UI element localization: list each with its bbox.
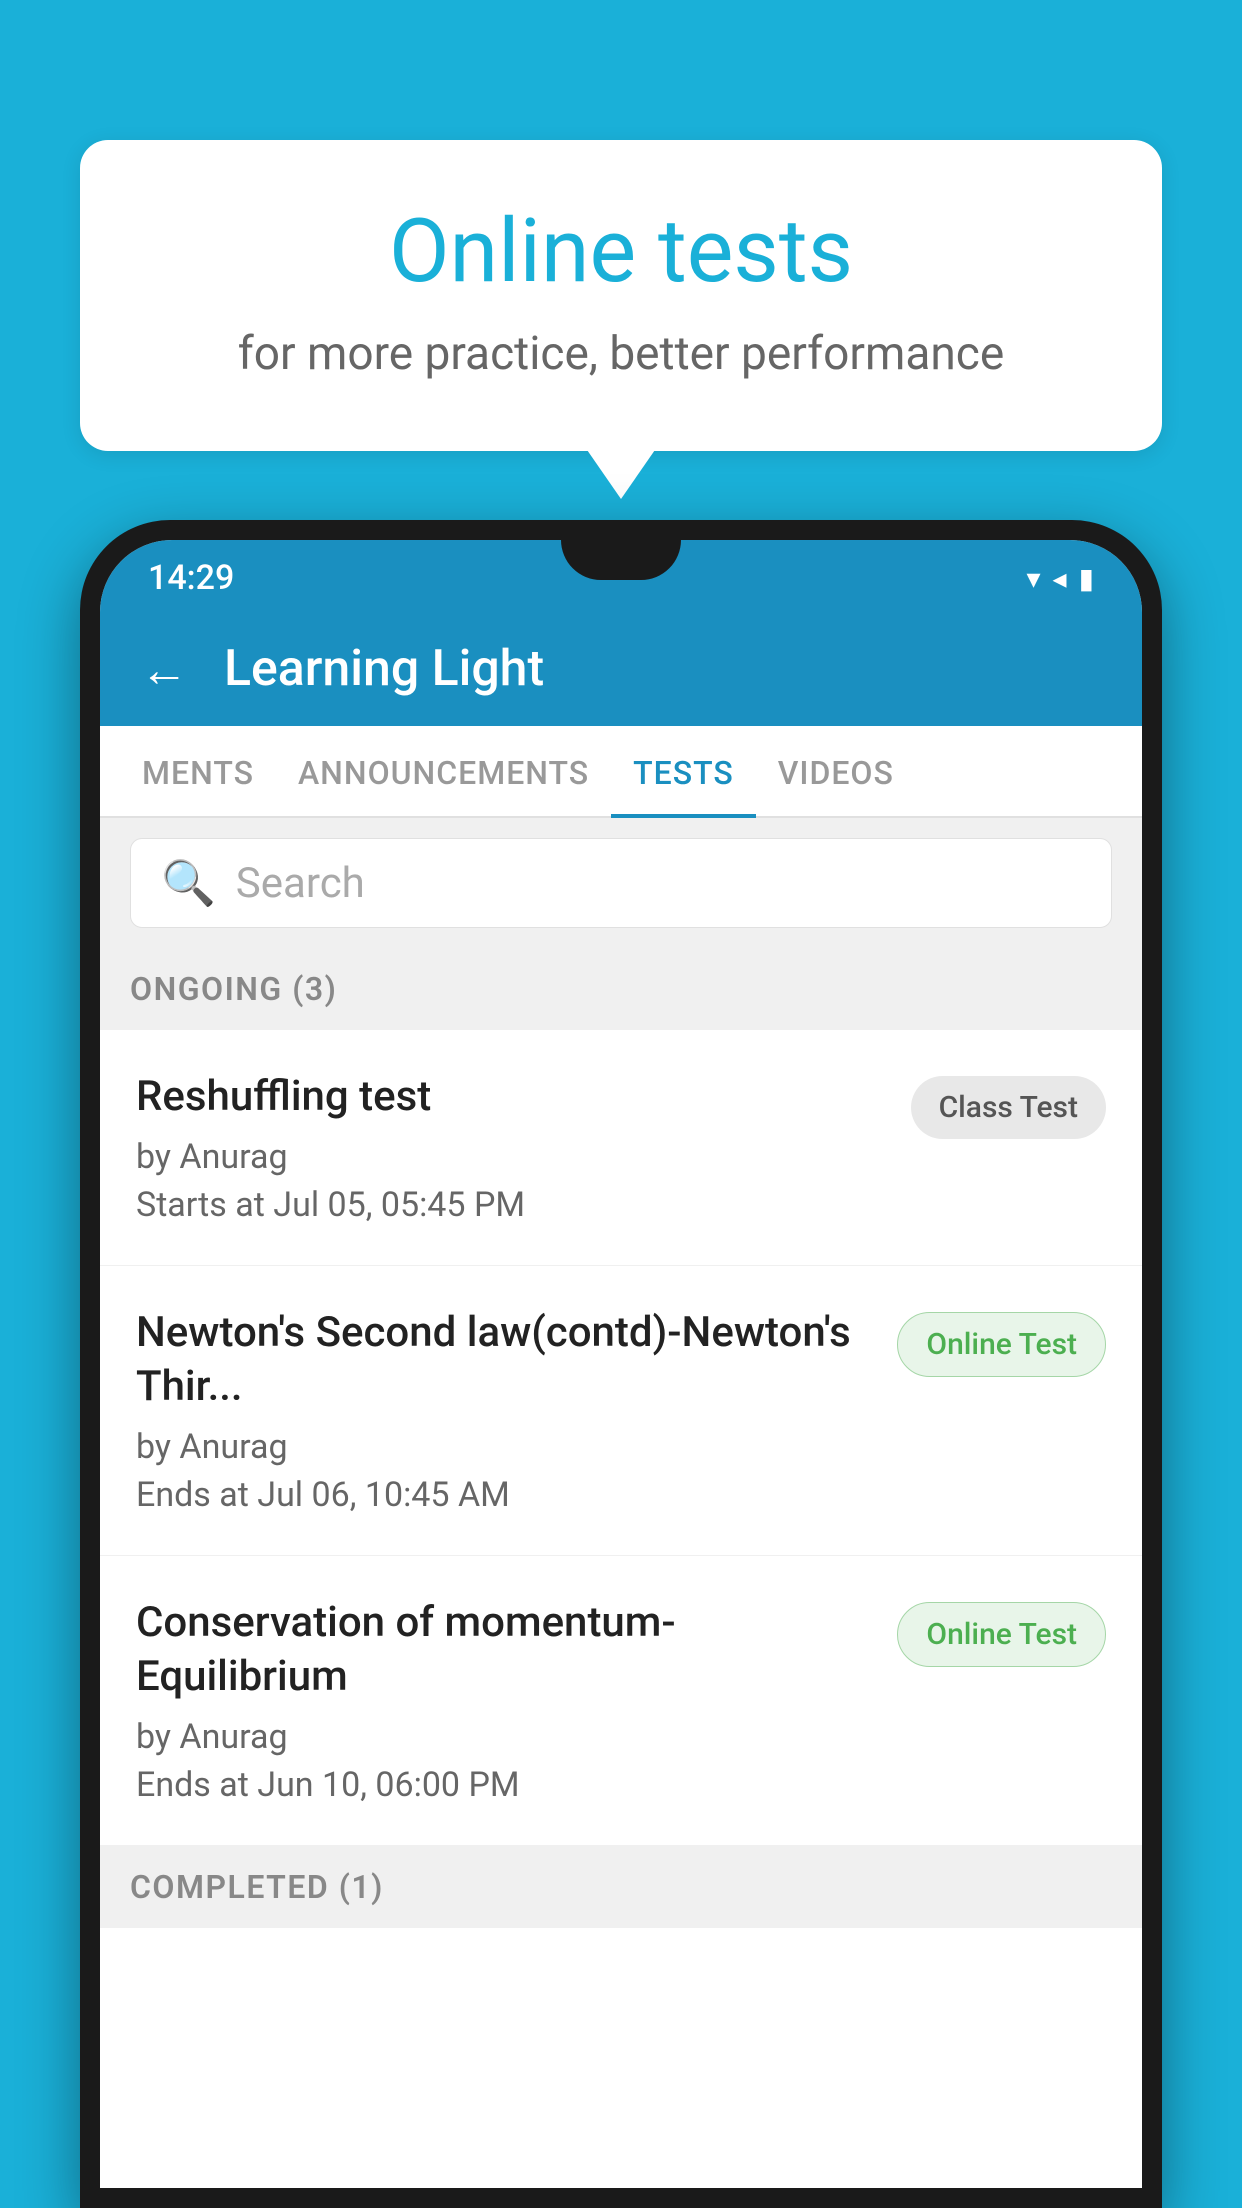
completed-section-header: COMPLETED (1) (100, 1846, 1142, 1928)
search-container: 🔍 Search (100, 818, 1142, 948)
test-author-conservation: by Anurag (136, 1717, 877, 1757)
search-icon: 🔍 (161, 857, 216, 909)
tabs-bar: MENTS ANNOUNCEMENTS TESTS VIDEOS (100, 726, 1142, 818)
promo-bubble: Online tests for more practice, better p… (80, 140, 1162, 451)
test-info-reshuffling: Reshuffling test by Anurag Starts at Jul… (136, 1070, 891, 1225)
test-badge-reshuffling: Class Test (911, 1076, 1106, 1139)
test-date-conservation: Ends at Jun 10, 06:00 PM (136, 1765, 877, 1805)
tests-list: Reshuffling test by Anurag Starts at Jul… (100, 1030, 1142, 2188)
test-badge-conservation: Online Test (897, 1602, 1106, 1667)
phone-screen: 14:29 ▾ ◂ ▮ ← Learning Light MENTS ANNOU… (100, 540, 1142, 2188)
test-item-newton[interactable]: Newton's Second law(contd)-Newton's Thir… (100, 1266, 1142, 1556)
ongoing-section-header: ONGOING (3) (100, 948, 1142, 1030)
tab-videos[interactable]: VIDEOS (756, 726, 916, 816)
bubble-subtitle: for more practice, better performance (160, 327, 1082, 381)
test-author-newton: by Anurag (136, 1427, 877, 1467)
back-button[interactable]: ← (140, 641, 188, 698)
phone-frame: 14:29 ▾ ◂ ▮ ← Learning Light MENTS ANNOU… (80, 520, 1162, 2208)
search-input[interactable]: Search (236, 859, 365, 908)
signal-icon: ◂ (1053, 562, 1067, 595)
test-name-reshuffling: Reshuffling test (136, 1070, 891, 1125)
completed-label: COMPLETED (1) (130, 1868, 384, 1906)
test-info-conservation: Conservation of momentum-Equilibrium by … (136, 1596, 877, 1805)
test-date-reshuffling: Starts at Jul 05, 05:45 PM (136, 1185, 891, 1225)
test-item-conservation[interactable]: Conservation of momentum-Equilibrium by … (100, 1556, 1142, 1846)
tab-ments[interactable]: MENTS (120, 726, 276, 816)
test-badge-newton: Online Test (897, 1312, 1106, 1377)
wifi-icon: ▾ (1026, 562, 1040, 595)
app-bar: ← Learning Light (100, 612, 1142, 726)
test-item-reshuffling[interactable]: Reshuffling test by Anurag Starts at Jul… (100, 1030, 1142, 1266)
status-time: 14:29 (148, 558, 234, 598)
ongoing-label: ONGOING (3) (130, 970, 337, 1008)
tab-announcements[interactable]: ANNOUNCEMENTS (276, 726, 611, 816)
status-bar: 14:29 ▾ ◂ ▮ (100, 540, 1142, 612)
status-icons: ▾ ◂ ▮ (1026, 562, 1094, 595)
test-name-conservation: Conservation of momentum-Equilibrium (136, 1596, 877, 1705)
bubble-title: Online tests (160, 200, 1082, 303)
app-title: Learning Light (224, 640, 544, 698)
test-name-newton: Newton's Second law(contd)-Newton's Thir… (136, 1306, 877, 1415)
test-date-newton: Ends at Jul 06, 10:45 AM (136, 1475, 877, 1515)
test-author-reshuffling: by Anurag (136, 1137, 891, 1177)
battery-icon: ▮ (1079, 562, 1094, 595)
search-bar[interactable]: 🔍 Search (130, 838, 1112, 928)
tab-tests[interactable]: TESTS (611, 726, 756, 816)
test-info-newton: Newton's Second law(contd)-Newton's Thir… (136, 1306, 877, 1515)
